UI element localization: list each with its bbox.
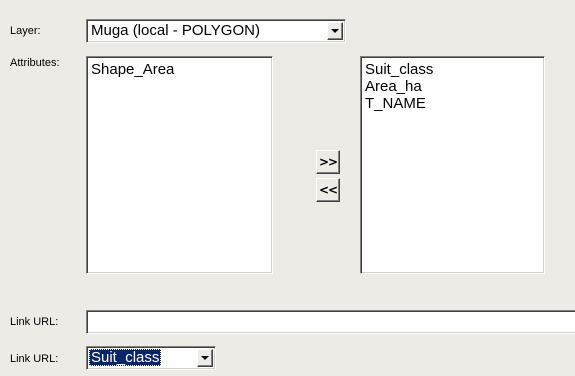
- add-attribute-button[interactable]: >>: [316, 150, 340, 174]
- attributes-label: Attributes:: [10, 57, 60, 69]
- chevron-down-icon: [201, 356, 209, 360]
- link-url-field-select[interactable]: Suit_class: [86, 346, 216, 370]
- link-url-field-dropdown-button[interactable]: [197, 349, 213, 367]
- link-url-input[interactable]: [86, 310, 575, 334]
- link-url-field-value: Suit_class: [89, 349, 162, 366]
- available-attributes-list[interactable]: Shape_Area: [86, 56, 273, 274]
- list-item[interactable]: T_NAME: [365, 95, 540, 112]
- selected-attributes-list[interactable]: Suit_class Area_ha T_NAME: [360, 56, 545, 274]
- list-item[interactable]: Area_ha: [365, 78, 540, 95]
- link-url-field-label: Link URL:: [10, 353, 59, 365]
- list-item[interactable]: Suit_class: [365, 61, 540, 78]
- link-url-label: Link URL:: [10, 316, 59, 328]
- list-item[interactable]: Shape_Area: [91, 61, 268, 78]
- remove-attribute-button[interactable]: <<: [316, 178, 340, 202]
- layer-label: Layer:: [10, 25, 41, 37]
- layer-select-value: Muga (local - POLYGON): [91, 22, 260, 39]
- layer-select[interactable]: Muga (local - POLYGON): [86, 19, 346, 43]
- layer-dropdown-button[interactable]: [327, 22, 343, 40]
- chevron-down-icon: [331, 29, 339, 33]
